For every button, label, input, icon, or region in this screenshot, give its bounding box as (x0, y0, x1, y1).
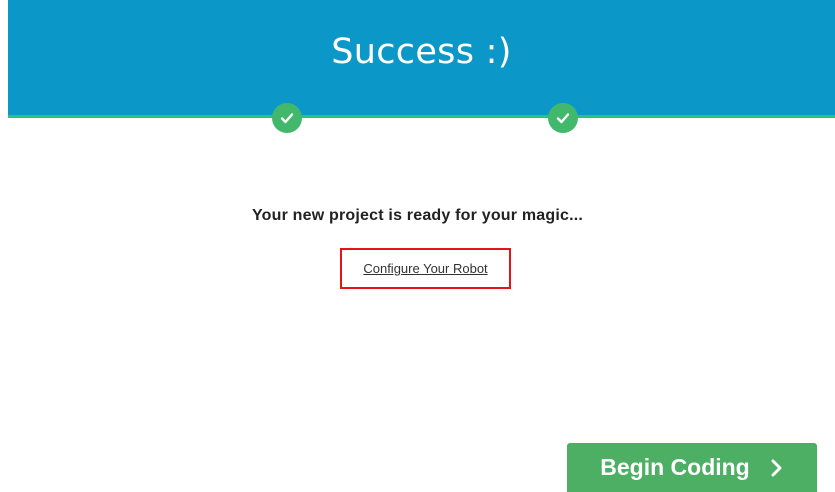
header-banner: Success :) (8, 0, 835, 118)
checkmark-icon (280, 113, 294, 124)
configure-robot-highlight: Configure Your Robot (340, 248, 511, 289)
step-1-complete-icon (272, 103, 302, 133)
begin-coding-label: Begin Coding (600, 454, 750, 480)
chevron-right-icon (770, 459, 784, 477)
step-2-complete-icon (548, 103, 578, 133)
page-title: Success :) (331, 32, 512, 72)
begin-coding-button[interactable]: Begin Coding (567, 443, 817, 492)
configure-robot-link[interactable]: Configure Your Robot (363, 261, 487, 276)
success-message: Your new project is ready for your magic… (251, 207, 584, 224)
checkmark-icon (556, 113, 570, 124)
success-page: Success :) Your new project is ready for… (0, 0, 835, 492)
